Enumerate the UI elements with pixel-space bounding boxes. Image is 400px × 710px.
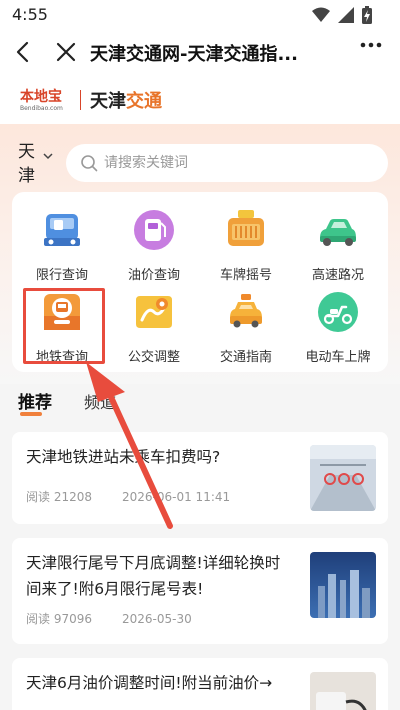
article-meta: 阅读 21208 2026-06-01 11:41 [26, 488, 230, 505]
service-label: 电动车上牌 [305, 350, 371, 365]
article-reads: 阅读 21208 [26, 490, 92, 504]
battery-icon [362, 6, 372, 24]
service-restriction-query[interactable]: 限行查询 [16, 208, 106, 288]
service-plate-lottery[interactable]: 车牌摇号 [200, 208, 290, 288]
article-date: 2026-06-01 11:41 [122, 490, 231, 504]
back-icon[interactable] [10, 38, 38, 66]
article-card[interactable]: 天津地铁进站未乘车扣费吗? 阅读 21208 2026-06-01 11:41 [12, 432, 388, 524]
brand-bar: 本地宝 Bendibao.com 天津交通 [0, 74, 400, 124]
service-traffic-guide[interactable]: 交通指南 [200, 290, 290, 370]
car-restriction-icon [44, 214, 80, 246]
scooter-icon [318, 292, 358, 332]
brand-logo-text: 本地宝 [20, 89, 62, 105]
brand-name-part2: 交通 [126, 91, 162, 112]
status-icons [312, 6, 372, 24]
article-title: 天津地铁进站未乘车扣费吗? [26, 448, 221, 466]
service-label: 车牌摇号 [219, 268, 272, 283]
brand-divider [80, 90, 81, 110]
city-selector[interactable]: 天津 [18, 140, 40, 188]
service-label: 高速路况 [311, 268, 364, 283]
tab-recommend[interactable]: 推荐 [18, 388, 52, 413]
metro-highlight-box [23, 288, 105, 364]
article-card[interactable]: 天津6月油价调整时间!附当前油价→ [12, 658, 388, 710]
close-icon[interactable] [52, 38, 80, 66]
highway-car-icon [320, 219, 356, 246]
service-label: 交通指南 [219, 350, 272, 365]
fuel-price-icon [134, 210, 174, 250]
chevron-down-icon[interactable] [42, 150, 54, 162]
article-thumbnail [310, 672, 376, 710]
status-bar: 4:55 [0, 0, 400, 30]
article-card[interactable]: 天津限行尾号下月底调整!详细轮换时间来了!附6月限行尾号表! 阅读 97096 2… [12, 538, 388, 644]
article-thumbnail [310, 445, 376, 511]
service-highway[interactable]: 高速路况 [292, 208, 382, 288]
wifi-icon [312, 7, 330, 22]
brand-name: 天津交通 [90, 87, 162, 113]
search-box[interactable] [66, 144, 388, 182]
article-title: 天津限行尾号下月底调整!详细轮换时间来了!附6月限行尾号表! [26, 554, 281, 598]
tab-active-indicator [20, 412, 42, 416]
page-title: 天津交通网-天津交通指... [90, 44, 298, 65]
search-icon [81, 155, 98, 172]
bus-route-icon [136, 296, 172, 328]
article-date: 2026-05-30 [122, 612, 192, 626]
signal-icon [338, 7, 354, 23]
service-label: 油价查询 [127, 268, 180, 283]
service-ebike-plate[interactable]: 电动车上牌 [292, 290, 382, 370]
nav-bar: 天津交通网-天津交通指... [0, 30, 400, 74]
status-time: 4:55 [12, 5, 48, 24]
article-reads: 阅读 97096 [26, 612, 92, 626]
service-label: 限行查询 [35, 268, 88, 283]
article-thumbnail [310, 552, 376, 618]
tab-channel[interactable]: 频道 [84, 389, 116, 413]
search-input[interactable] [104, 153, 364, 173]
service-bus-adjust[interactable]: 公交调整 [108, 290, 198, 370]
article-title: 天津6月油价调整时间!附当前油价→ [26, 674, 273, 692]
article-meta: 阅读 97096 2026-05-30 [26, 610, 192, 627]
service-fuel-price[interactable]: 油价查询 [108, 208, 198, 288]
taxi-guide-icon [230, 294, 262, 328]
brand-name-part1: 天津 [90, 91, 126, 112]
more-options-icon[interactable] [360, 42, 382, 48]
brand-logo-sub: Bendibao.com [20, 105, 63, 112]
service-label: 公交调整 [127, 350, 180, 365]
license-plate-icon [228, 210, 264, 246]
brand-logo[interactable]: 本地宝 Bendibao.com [20, 86, 72, 114]
